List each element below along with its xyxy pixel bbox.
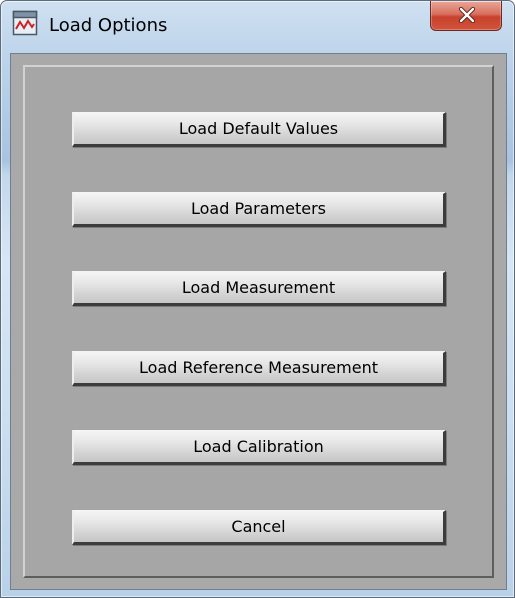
dialog-client-area: Load Default Values Load Parameters Load…: [10, 53, 507, 590]
load-default-values-button[interactable]: Load Default Values: [72, 112, 446, 147]
load-reference-measurement-button[interactable]: Load Reference Measurement: [72, 351, 446, 386]
window-title: Load Options: [49, 15, 168, 36]
load-measurement-button[interactable]: Load Measurement: [72, 271, 446, 306]
cancel-button[interactable]: Cancel: [72, 510, 446, 545]
load-parameters-button[interactable]: Load Parameters: [72, 192, 446, 227]
title-bar[interactable]: Load Options: [1, 1, 514, 53]
load-calibration-button[interactable]: Load Calibration: [72, 430, 446, 465]
options-panel: Load Default Values Load Parameters Load…: [23, 65, 494, 578]
close-button[interactable]: [430, 1, 502, 31]
app-icon: [12, 10, 38, 36]
load-options-dialog: Load Options Load Default Values Load Pa…: [0, 0, 515, 598]
